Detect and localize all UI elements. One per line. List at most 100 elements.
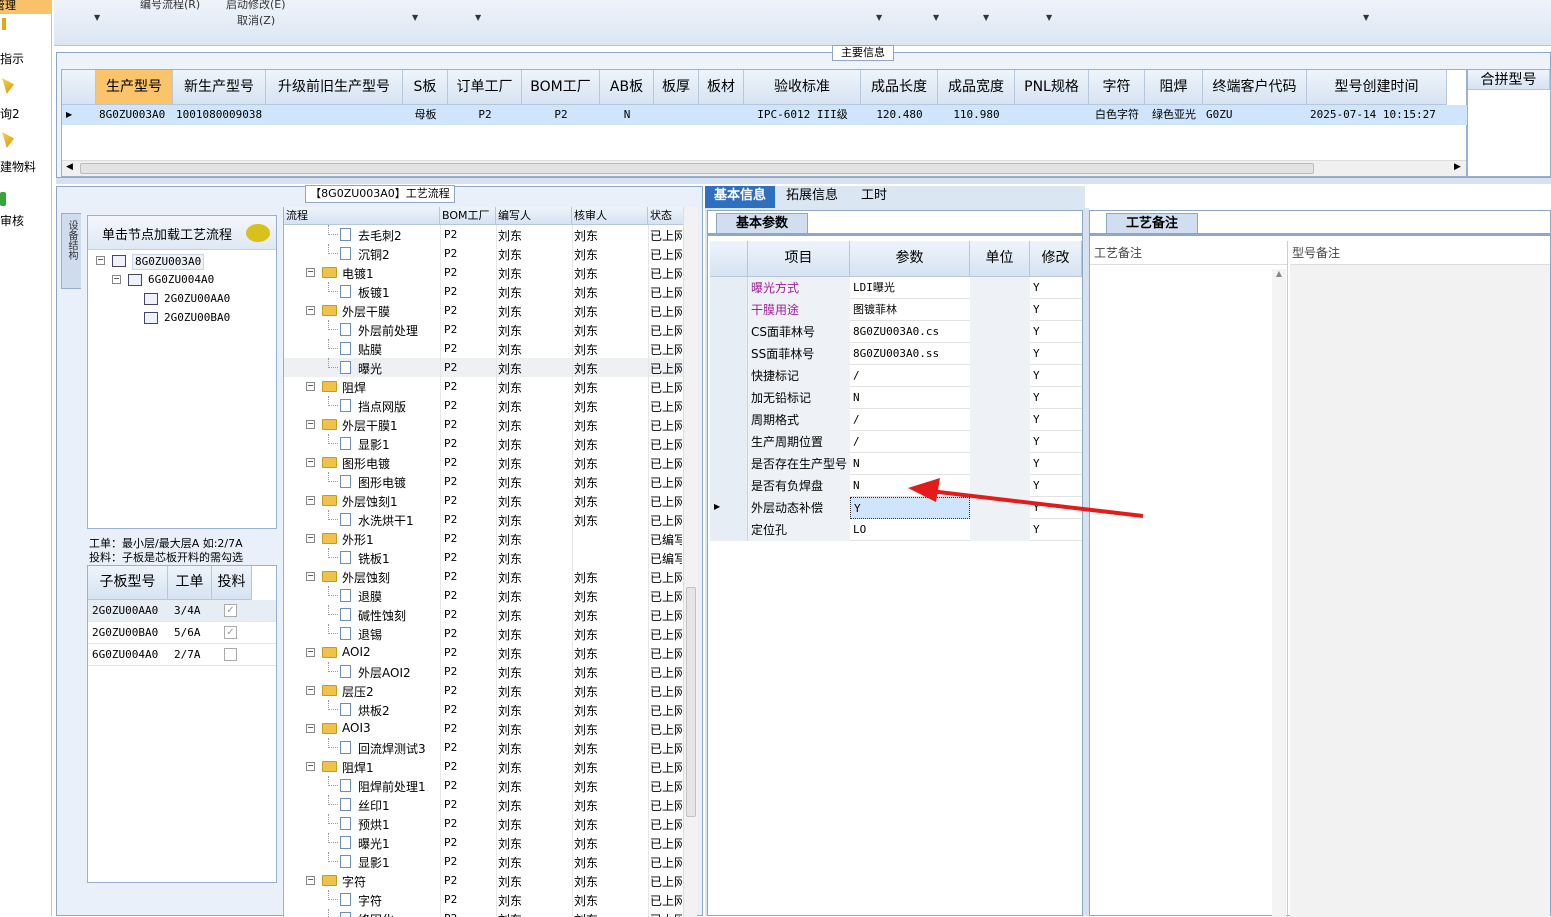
column-header[interactable]: AB板 bbox=[600, 70, 654, 105]
model-remark-box[interactable]: 型号备注 bbox=[1290, 241, 1550, 917]
table-row[interactable]: 加无铅标记 N Y bbox=[710, 387, 1082, 409]
table-cell[interactable]: P2 bbox=[451, 105, 519, 125]
column-header[interactable]: BOM工厂 bbox=[522, 70, 600, 105]
flow-row[interactable]: 去毛刺2 P2 刘东 刘东 已上网 bbox=[284, 225, 683, 244]
column-header[interactable]: 订单工厂 bbox=[448, 70, 522, 105]
flow-row[interactable]: − 外层干膜 P2 刘东 刘东 已上网 bbox=[284, 301, 683, 320]
flow-row[interactable]: 图形电镀 P2 刘东 刘东 已上网 bbox=[284, 472, 683, 491]
table-cell[interactable]: 2025-07-14 10:15:27 bbox=[1310, 105, 1444, 125]
table-row[interactable]: 是否存在生产型号 N Y bbox=[710, 453, 1082, 475]
flow-row[interactable]: 预烘1 P2 刘东 刘东 已上网 bbox=[284, 814, 683, 833]
tree-expand-icon[interactable]: − bbox=[306, 458, 315, 467]
splitter[interactable] bbox=[56, 178, 1551, 184]
flow-row[interactable]: 回流焊测试3 P2 刘东 刘东 已上网 bbox=[284, 738, 683, 757]
column-header[interactable]: 板厚 bbox=[654, 70, 699, 105]
table-row[interactable]: 8G0ZU003A0 10010800090387 母板 P2 P2 N IPC-6012 … bbox=[62, 105, 1468, 125]
table-row[interactable]: 6G0ZU004A0 2/7A bbox=[88, 644, 276, 666]
sidebar-item-1[interactable]: 指示 bbox=[0, 50, 24, 67]
feed-checkbox[interactable]: ✓ bbox=[224, 626, 237, 639]
param-value[interactable]: N bbox=[850, 453, 970, 475]
flow-row[interactable]: − AOI2 P2 刘东 刘东 已上网 bbox=[284, 643, 683, 662]
param-unit[interactable] bbox=[970, 409, 1030, 431]
flow-row[interactable]: 挡点网版 P2 刘东 刘东 已上网 bbox=[284, 396, 683, 415]
table-cell[interactable] bbox=[269, 105, 400, 125]
table-cell[interactable] bbox=[702, 105, 741, 125]
tree-node[interactable]: 8G0ZU003A0 bbox=[132, 254, 205, 270]
dropdown-arrow-icon[interactable]: ▼ bbox=[94, 13, 100, 22]
tree-expand-icon[interactable]: − bbox=[306, 534, 315, 543]
flow-row[interactable]: 沉铜2 P2 刘东 刘东 已上网 bbox=[284, 244, 683, 263]
dropdown-arrow-icon[interactable]: ▼ bbox=[412, 13, 418, 22]
tree-node[interactable]: 2G0ZU00BA0 bbox=[164, 311, 230, 325]
column-header[interactable]: 项目 bbox=[748, 241, 850, 277]
dropdown-arrow-icon[interactable]: ▼ bbox=[983, 13, 989, 22]
table-cell[interactable]: N bbox=[603, 105, 651, 125]
flow-row[interactable]: 碱性蚀刻 P2 刘东 刘东 已上网 bbox=[284, 605, 683, 624]
menu-start-modify[interactable]: 启动修改(E) bbox=[226, 0, 286, 12]
column-header[interactable]: 修改 bbox=[1030, 241, 1082, 277]
tree-expand-icon[interactable]: − bbox=[306, 268, 315, 277]
param-modify[interactable]: Y bbox=[1030, 277, 1082, 299]
table-row[interactable]: 2G0ZU00BA0 5/6A ✓ bbox=[88, 622, 276, 644]
flow-row[interactable]: 铣板1 P2 刘东 已编写 bbox=[284, 548, 683, 567]
column-header[interactable]: 字符 bbox=[1089, 70, 1145, 105]
table-row[interactable]: SS面菲林号 8G0ZU003A0.ss Y bbox=[710, 343, 1082, 365]
remark-scrollbar[interactable]: ▲ bbox=[1272, 269, 1286, 917]
tab-process-remark[interactable]: 工艺备注 bbox=[1106, 213, 1198, 233]
detail-tab[interactable]: 基本信息 bbox=[705, 186, 775, 208]
column-header[interactable]: 单位 bbox=[970, 241, 1030, 277]
flow-row[interactable]: 显影1 P2 刘东 刘东 已上网 bbox=[284, 852, 683, 871]
flow-vertical-scrollbar[interactable] bbox=[683, 207, 697, 917]
param-modify[interactable]: Y bbox=[1030, 365, 1082, 387]
table-cell[interactable]: 8G0ZU003A0 bbox=[99, 105, 170, 125]
column-header[interactable]: 工单 bbox=[168, 566, 212, 600]
tree-expand-icon[interactable]: − bbox=[306, 648, 315, 657]
column-header[interactable]: 终端客户代码 bbox=[1203, 70, 1307, 105]
scrollbar-thumb[interactable] bbox=[80, 163, 1314, 174]
tree-expand-icon[interactable]: − bbox=[306, 306, 315, 315]
column-header[interactable]: BOM工厂 bbox=[440, 207, 496, 225]
table-row[interactable]: 快捷标记 / Y bbox=[710, 365, 1082, 387]
param-modify[interactable]: Y bbox=[1030, 409, 1082, 431]
table-row[interactable]: CS面菲林号 8G0ZU003A0.cs Y bbox=[710, 321, 1082, 343]
table-cell[interactable] bbox=[657, 105, 696, 125]
flow-row[interactable]: − AOI3 P2 刘东 刘东 已上网 bbox=[284, 719, 683, 738]
flow-row[interactable]: 外层AOI2 P2 刘东 刘东 已上网 bbox=[284, 662, 683, 681]
detail-tab[interactable]: 拓展信息 bbox=[777, 186, 847, 208]
column-header[interactable]: 新生产型号 bbox=[173, 70, 266, 105]
param-unit[interactable] bbox=[970, 453, 1030, 475]
tree-expand-icon[interactable]: − bbox=[306, 572, 315, 581]
flow-row[interactable]: − 层压2 P2 刘东 刘东 已上网 bbox=[284, 681, 683, 700]
column-header[interactable]: 编写人 bbox=[496, 207, 572, 225]
column-header[interactable]: 状态 bbox=[648, 207, 683, 225]
horizontal-scrollbar[interactable]: ◀ ▶ bbox=[62, 160, 1466, 176]
param-value[interactable]: / bbox=[850, 409, 970, 431]
dropdown-arrow-icon[interactable]: ▼ bbox=[933, 13, 939, 22]
table-cell[interactable]: 120.480 bbox=[864, 105, 935, 125]
column-header[interactable]: 子板型号 bbox=[88, 566, 168, 600]
column-header[interactable]: 生产型号 bbox=[96, 70, 173, 105]
column-header[interactable]: 投料 bbox=[212, 566, 252, 600]
sidebar-item-2[interactable]: 询2 bbox=[0, 105, 20, 122]
menu-cancel[interactable]: 取消(Z) bbox=[237, 12, 275, 28]
scroll-right-icon[interactable]: ▶ bbox=[1454, 162, 1461, 172]
flow-row[interactable]: 退膜 P2 刘东 刘东 已上网 bbox=[284, 586, 683, 605]
column-header[interactable]: 验收标准 bbox=[744, 70, 861, 105]
table-cell[interactable]: 母板 bbox=[406, 105, 445, 125]
table-row[interactable]: 2G0ZU00AA0 3/4A ✓ bbox=[88, 600, 276, 622]
sidebar-item-3[interactable]: 建物料 bbox=[0, 158, 36, 175]
menu-edit-flow[interactable]: 编号流程(R) bbox=[140, 0, 200, 12]
table-row[interactable]: 曝光方式 LDI曝光 Y bbox=[710, 277, 1082, 299]
param-modify[interactable]: Y bbox=[1030, 343, 1082, 365]
vertical-tab-structure[interactable]: 设备结构 bbox=[61, 213, 81, 289]
param-value[interactable]: / bbox=[850, 431, 970, 453]
tree-node[interactable]: 6G0ZU004A0 bbox=[148, 273, 214, 287]
table-cell[interactable]: 110.980 bbox=[941, 105, 1012, 125]
flow-row[interactable]: 阻焊前处理1 P2 刘东 刘东 已上网 bbox=[284, 776, 683, 795]
param-modify[interactable]: Y bbox=[1030, 453, 1082, 475]
sidebar-item-0[interactable]: 管理 bbox=[0, 0, 52, 14]
flow-row[interactable]: 字符 P2 刘东 刘东 已上网 bbox=[284, 890, 683, 909]
tree-node[interactable]: 2G0ZU00AA0 bbox=[164, 292, 230, 306]
flow-row[interactable]: − 外形1 P2 刘东 已编写 bbox=[284, 529, 683, 548]
tree-expand-icon[interactable]: − bbox=[306, 876, 315, 885]
